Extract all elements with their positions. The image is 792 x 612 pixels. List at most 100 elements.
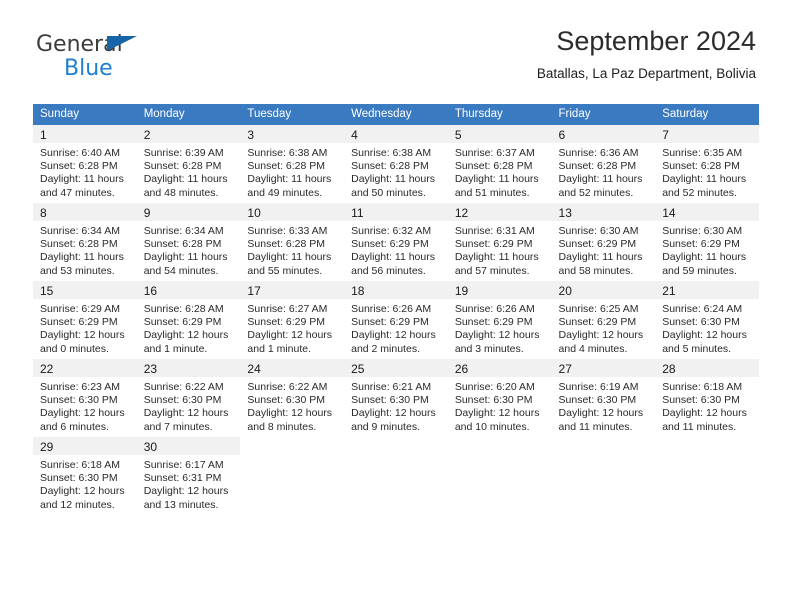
day-cell-inner: 10 Sunrise: 6:33 AM Sunset: 6:28 PM Dayligh…	[240, 203, 345, 281]
day-number-band	[655, 437, 759, 455]
calendar-day-cell[interactable]: 13 Sunrise: 6:30 AM Sunset: 6:29 PM Dayligh…	[551, 203, 656, 281]
sunset-time: Sunset: 6:30 PM	[247, 394, 326, 407]
calendar-day-cell[interactable]: 1 Sunrise: 6:40 AM Sunset: 6:28 PM Daylight…	[33, 125, 137, 203]
daylight-duration-line2: and 55 minutes.	[247, 264, 323, 277]
daylight-duration-line2: and 8 minutes.	[247, 420, 317, 433]
sunset-time: Sunset: 6:28 PM	[454, 160, 533, 173]
daylight-duration-line2: and 1 minute.	[247, 342, 312, 355]
sunrise-time: Sunrise: 6:21 AM	[351, 381, 432, 393]
general-blue-logo[interactable]: General Blue	[36, 34, 137, 80]
calendar-body: 1 Sunrise: 6:40 AM Sunset: 6:28 PM Daylight…	[33, 125, 759, 515]
day-number: 19	[454, 284, 469, 298]
calendar-day-cell[interactable]: 16 Sunrise: 6:28 AM Sunset: 6:29 PM Dayligh…	[136, 281, 241, 359]
day-sun-info: Sunrise: 6:37 AM Sunset: 6:28 PM Daylight:…	[448, 143, 552, 200]
sunset-time: Sunset: 6:30 PM	[662, 394, 740, 407]
daylight-duration-line2: and 5 minutes.	[662, 342, 732, 355]
calendar-day-cell[interactable]: 29 Sunrise: 6:18 AM Sunset: 6:30 PM Dayligh…	[33, 437, 137, 515]
daylight-duration-line2: and 4 minutes.	[558, 342, 628, 355]
calendar-day-cell[interactable]: 30 Sunrise: 6:17 AM Sunset: 6:31 PM Dayligh…	[136, 437, 241, 515]
calendar-day-cell[interactable]: 23 Sunrise: 6:22 AM Sunset: 6:30 PM Dayligh…	[136, 359, 241, 437]
daylight-duration-line1: Daylight: 11 hours	[662, 173, 747, 186]
day-cell-inner: 25 Sunrise: 6:21 AM Sunset: 6:30 PM Dayligh…	[344, 359, 448, 437]
calendar-day-cell[interactable]: 20 Sunrise: 6:25 AM Sunset: 6:29 PM Dayligh…	[551, 281, 656, 359]
calendar-day-cell[interactable]: 17 Sunrise: 6:27 AM Sunset: 6:29 PM Dayligh…	[240, 281, 345, 359]
sunset-time: Sunset: 6:30 PM	[40, 394, 118, 407]
calendar-day-cell[interactable]: 6 Sunrise: 6:36 AM Sunset: 6:28 PM Daylight…	[551, 125, 656, 203]
day-number-band: 22	[33, 359, 137, 377]
calendar-day-cell[interactable]: 18 Sunrise: 6:26 AM Sunset: 6:29 PM Dayligh…	[344, 281, 448, 359]
calendar-day-cell[interactable]: 25 Sunrise: 6:21 AM Sunset: 6:30 PM Dayligh…	[344, 359, 448, 437]
calendar-week-row: 8 Sunrise: 6:34 AM Sunset: 6:28 PM Daylight…	[33, 203, 759, 281]
calendar-container: Sunday Monday Tuesday Wednesday Thursday…	[33, 104, 759, 515]
day-number-band: 30	[136, 437, 241, 455]
day-sun-info: Sunrise: 6:38 AM Sunset: 6:28 PM Daylight:…	[240, 143, 344, 200]
sunrise-time: Sunrise: 6:20 AM	[454, 381, 535, 393]
calendar-day-cell[interactable]: 2 Sunrise: 6:39 AM Sunset: 6:28 PM Daylight…	[136, 125, 241, 203]
sunrise-time: Sunrise: 6:37 AM	[454, 147, 535, 159]
calendar-week-row: 29 Sunrise: 6:18 AM Sunset: 6:30 PM Dayligh…	[33, 437, 759, 515]
day-number-band: 8	[33, 203, 137, 221]
calendar-day-cell[interactable]: 7 Sunrise: 6:35 AM Sunset: 6:28 PM Daylight…	[655, 125, 759, 203]
daylight-duration-line2: and 52 minutes.	[558, 186, 634, 199]
sunset-time: Sunset: 6:29 PM	[558, 238, 637, 251]
calendar-day-cell[interactable]: 14 Sunrise: 6:30 AM Sunset: 6:29 PM Dayligh…	[655, 203, 759, 281]
sunset-time: Sunset: 6:30 PM	[351, 394, 429, 407]
calendar-day-cell[interactable]: 21 Sunrise: 6:24 AM Sunset: 6:30 PM Dayligh…	[655, 281, 759, 359]
calendar-day-cell[interactable]: 24 Sunrise: 6:22 AM Sunset: 6:30 PM Dayligh…	[240, 359, 345, 437]
daylight-duration-line1: Daylight: 11 hours	[40, 251, 124, 264]
day-cell-inner	[655, 437, 759, 515]
sunset-time: Sunset: 6:29 PM	[662, 238, 740, 251]
sunset-time: Sunset: 6:28 PM	[40, 160, 118, 173]
logo-text-general: General	[36, 34, 137, 56]
calendar-day-cell[interactable]: 4 Sunrise: 6:38 AM Sunset: 6:28 PM Daylight…	[344, 125, 448, 203]
daylight-duration-line2: and 49 minutes.	[247, 186, 323, 199]
day-sun-info: Sunrise: 6:30 AM Sunset: 6:29 PM Daylight:…	[655, 221, 759, 278]
day-cell-inner	[447, 437, 552, 515]
day-number-band	[344, 437, 448, 455]
day-sun-info: Sunrise: 6:26 AM Sunset: 6:29 PM Daylight:…	[448, 299, 552, 356]
calendar-day-cell[interactable]: 15 Sunrise: 6:29 AM Sunset: 6:29 PM Dayligh…	[33, 281, 137, 359]
weekday-header-saturday: Saturday	[655, 104, 759, 125]
sunrise-time: Sunrise: 6:23 AM	[40, 381, 120, 393]
day-cell-inner: 9 Sunrise: 6:34 AM Sunset: 6:28 PM Daylight…	[136, 203, 241, 281]
calendar-day-cell[interactable]: 10 Sunrise: 6:33 AM Sunset: 6:28 PM Dayligh…	[240, 203, 345, 281]
sunrise-time: Sunrise: 6:18 AM	[40, 459, 120, 471]
sunrise-time: Sunrise: 6:26 AM	[454, 303, 535, 315]
daylight-duration-line1: Daylight: 11 hours	[247, 251, 332, 264]
daylight-duration-line1: Daylight: 12 hours	[143, 407, 229, 420]
sunset-time: Sunset: 6:29 PM	[558, 316, 637, 329]
sunrise-time: Sunrise: 6:22 AM	[143, 381, 224, 393]
daylight-duration-line1: Daylight: 11 hours	[662, 251, 747, 264]
calendar-day-cell[interactable]: 9 Sunrise: 6:34 AM Sunset: 6:28 PM Daylight…	[136, 203, 241, 281]
calendar-day-cell[interactable]: 28 Sunrise: 6:18 AM Sunset: 6:30 PM Dayligh…	[655, 359, 759, 437]
day-number: 9	[143, 206, 151, 220]
calendar-day-cell[interactable]: 26 Sunrise: 6:20 AM Sunset: 6:30 PM Dayligh…	[447, 359, 552, 437]
daylight-duration-line1: Daylight: 12 hours	[143, 485, 229, 498]
day-cell-inner	[240, 437, 345, 515]
daylight-duration-line2: and 10 minutes.	[454, 420, 530, 433]
calendar-day-cell[interactable]: 19 Sunrise: 6:26 AM Sunset: 6:29 PM Dayligh…	[447, 281, 552, 359]
calendar-day-cell[interactable]: 27 Sunrise: 6:19 AM Sunset: 6:30 PM Dayligh…	[551, 359, 656, 437]
day-number-band: 25	[344, 359, 448, 377]
daylight-duration-line2: and 59 minutes.	[662, 264, 737, 277]
weekday-header-monday: Monday	[136, 104, 241, 125]
calendar-day-cell[interactable]: 8 Sunrise: 6:34 AM Sunset: 6:28 PM Daylight…	[33, 203, 137, 281]
day-sun-info: Sunrise: 6:19 AM Sunset: 6:30 PM Daylight:…	[552, 377, 656, 434]
daylight-duration-line2: and 48 minutes.	[143, 186, 219, 199]
sunrise-time: Sunrise: 6:17 AM	[143, 459, 224, 471]
calendar-day-cell[interactable]: 3 Sunrise: 6:38 AM Sunset: 6:28 PM Daylight…	[240, 125, 345, 203]
day-cell-inner: 8 Sunrise: 6:34 AM Sunset: 6:28 PM Daylight…	[33, 203, 137, 281]
calendar-day-cell[interactable]: 5 Sunrise: 6:37 AM Sunset: 6:28 PM Daylight…	[447, 125, 552, 203]
calendar-day-cell-empty	[551, 437, 656, 515]
day-cell-inner: 17 Sunrise: 6:27 AM Sunset: 6:29 PM Dayligh…	[240, 281, 345, 359]
calendar-day-cell[interactable]: 12 Sunrise: 6:31 AM Sunset: 6:29 PM Dayligh…	[447, 203, 552, 281]
sunrise-sunset-calendar-table: Sunday Monday Tuesday Wednesday Thursday…	[33, 104, 759, 515]
daylight-duration-line1: Daylight: 12 hours	[247, 407, 333, 420]
day-sun-info: Sunrise: 6:24 AM Sunset: 6:30 PM Daylight:…	[655, 299, 759, 356]
day-number: 24	[247, 362, 261, 376]
daylight-duration-line2: and 51 minutes.	[454, 186, 530, 199]
calendar-day-cell[interactable]: 22 Sunrise: 6:23 AM Sunset: 6:30 PM Dayligh…	[33, 359, 137, 437]
day-number: 30	[143, 440, 158, 454]
sunrise-time: Sunrise: 6:32 AM	[351, 225, 432, 237]
calendar-day-cell[interactable]: 11 Sunrise: 6:32 AM Sunset: 6:29 PM Dayligh…	[344, 203, 448, 281]
